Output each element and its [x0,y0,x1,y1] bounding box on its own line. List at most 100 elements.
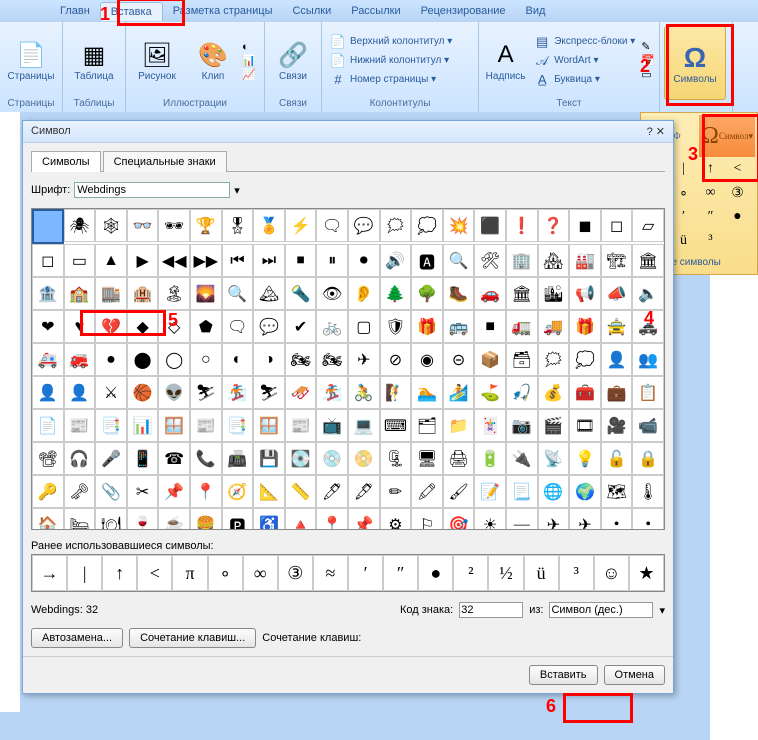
tab-home[interactable]: Главн [50,2,100,20]
dlg-tab-symbols[interactable]: Символы [31,151,101,172]
dropcap-button[interactable]: A̲Буквица ▾ [530,71,639,89]
symbol-cell[interactable]: 🎯 [443,508,475,530]
blocks-button[interactable]: ▤Экспресс-блоки ▾ [530,33,639,51]
symbol-cell[interactable]: ☀ [474,508,506,530]
gallery-symbol[interactable]: ü [670,229,697,253]
symbol-cell[interactable]: 🍷 [127,508,159,530]
symbol-cell[interactable]: 🥾 [443,277,475,310]
recent-symbol[interactable]: ☺ [594,555,629,591]
pages-button[interactable]: 📄Страницы [4,24,58,97]
symbol-cell[interactable]: 👤 [601,343,633,376]
symbol-cell[interactable]: ▱ [632,209,664,242]
symbol-cell[interactable]: 🏫 [64,277,96,310]
symbol-cell[interactable]: 🏭 [569,244,601,277]
recent-symbol[interactable]: < [137,555,172,591]
picture-button[interactable]: 🖼Рисунок [130,24,184,97]
recent-symbol[interactable]: ½ [488,555,523,591]
recent-symbol[interactable]: ∞ [243,555,278,591]
symbol-cell[interactable]: 🗺 [601,475,633,508]
symbol-cell[interactable]: 🏛 [506,277,538,310]
symbol-cell[interactable]: 🔑 [32,475,64,508]
symbol-cell[interactable]: 👽 [158,376,190,409]
symbol-cell[interactable]: 🔦 [285,277,317,310]
code-input[interactable] [459,602,523,618]
symbol-cell[interactable]: 🗨 [316,209,348,242]
symbol-cell[interactable]: ⛳ [474,376,506,409]
symbol-cell[interactable]: 🗜 [380,442,412,475]
symbol-cell[interactable]: 🔌 [506,442,538,475]
symbol-cell[interactable]: 📰 [64,409,96,442]
autocorrect-button[interactable]: Автозамена... [31,628,123,648]
symbol-cell[interactable]: 👥 [632,343,664,376]
symbol-cell[interactable]: ◯ [158,343,190,376]
tab-view[interactable]: Вид [516,2,556,20]
symbol-cell[interactable]: 📠 [222,442,254,475]
symbol-cell[interactable]: 🗨 [222,310,254,343]
dlg-tab-special[interactable]: Специальные знаки [103,151,227,172]
links-button[interactable]: 🔗Связи [269,24,317,97]
insert-button[interactable]: Вставить [529,665,598,685]
shapes-icon[interactable]: ◐ [242,41,256,53]
symbol-cell[interactable]: ▲ [95,244,127,277]
symbol-cell[interactable]: 🍔 [190,508,222,530]
symbol-cell[interactable]: 🗯 [538,343,570,376]
help-icon[interactable]: ? [647,126,653,138]
gallery-symbol[interactable]: ³ [697,229,724,253]
symbol-cell[interactable]: 📑 [95,409,127,442]
symbol-cell[interactable]: 🏍 [316,343,348,376]
symbol-cell[interactable]: 🅰 [411,244,443,277]
symbol-cell[interactable]: 💭 [411,209,443,242]
symbol-cell[interactable]: 📍 [316,508,348,530]
symbol-cell[interactable]: 🖌 [443,475,475,508]
recent-symbol[interactable]: π [172,555,207,591]
symbol-cell[interactable]: 🏝 [158,277,190,310]
symbol-cell[interactable]: 🏆 [190,209,222,242]
symbol-cell[interactable]: 🔈 [632,277,664,310]
symbol-cell[interactable]: 🍽 [95,508,127,530]
recent-symbol[interactable]: ★ [629,555,664,591]
symbol-cell[interactable]: 🔓 [601,442,633,475]
symbol-cell[interactable]: 🧭 [222,475,254,508]
symbol-cell[interactable]: 📄 [32,409,64,442]
symbol-cell[interactable]: ☎ [158,442,190,475]
symbol-cell[interactable]: 🖍 [411,475,443,508]
symbol-cell[interactable]: ⏹ [285,244,317,277]
gallery-symbol[interactable]: ″ [697,205,724,229]
symbol-cell[interactable]: ⊝ [443,343,475,376]
symbol-cell[interactable]: 💬 [253,310,285,343]
symbol-cell[interactable]: 📀 [348,442,380,475]
symbol-cell[interactable]: ◻ [601,209,633,242]
symbol-cell[interactable]: 🗃 [506,343,538,376]
symbol-cell[interactable]: 💽 [285,442,317,475]
symbol-cell[interactable]: 📣 [601,277,633,310]
symbol-cell[interactable]: 🌍 [569,475,601,508]
symbol-cell[interactable]: ⏭ [253,244,285,277]
recent-symbol[interactable]: ″ [383,555,418,591]
symbol-cell[interactable]: 🎁 [411,310,443,343]
symbol-cell[interactable]: 🏍 [285,343,317,376]
symbol-cell[interactable]: ❓ [538,209,570,242]
symbol-cell[interactable]: ⚡ [285,209,317,242]
recent-symbol[interactable]: ² [453,555,488,591]
symbol-cell[interactable]: 🚌 [443,310,475,343]
symbol-cell[interactable]: ⚙ [380,508,412,530]
symbol-grid[interactable]: 🕷🕸👓🕶🏆🎖🏅⚡🗨💬🗯💭💥⬛❗❓◼◻▱◻▭▲▶◀◀▶▶⏮⏭⏹⏸⏺🔊🅰🔍🛠🏢🏘🏭🏗… [31,208,665,530]
symbol-cell[interactable]: ▢ [348,310,380,343]
wordart-button[interactable]: 𝒜WordArt ▾ [530,52,639,70]
tab-review[interactable]: Рецензирование [411,2,516,20]
recent-symbol[interactable]: ≈ [313,555,348,591]
symbol-cell[interactable]: 💼 [601,376,633,409]
symbol-cell[interactable]: 📷 [506,409,538,442]
symbol-cell[interactable]: 🕶 [158,209,190,242]
symbol-cell[interactable]: ❗ [506,209,538,242]
recent-symbol[interactable]: ③ [278,555,313,591]
symbol-cell[interactable]: 📡 [538,442,570,475]
recent-symbol[interactable]: ′ [348,555,383,591]
symbol-cell[interactable]: 👤 [64,376,96,409]
symbol-cell[interactable]: ▶▶ [190,244,222,277]
shortcut-button[interactable]: Сочетание клавиш... [129,628,256,648]
tab-links[interactable]: Ссылки [282,2,341,20]
symbol-cell[interactable]: 🎣 [506,376,538,409]
symbol-cell[interactable]: 🚗 [474,277,506,310]
symbol-cell[interactable]: 📽 [32,442,64,475]
